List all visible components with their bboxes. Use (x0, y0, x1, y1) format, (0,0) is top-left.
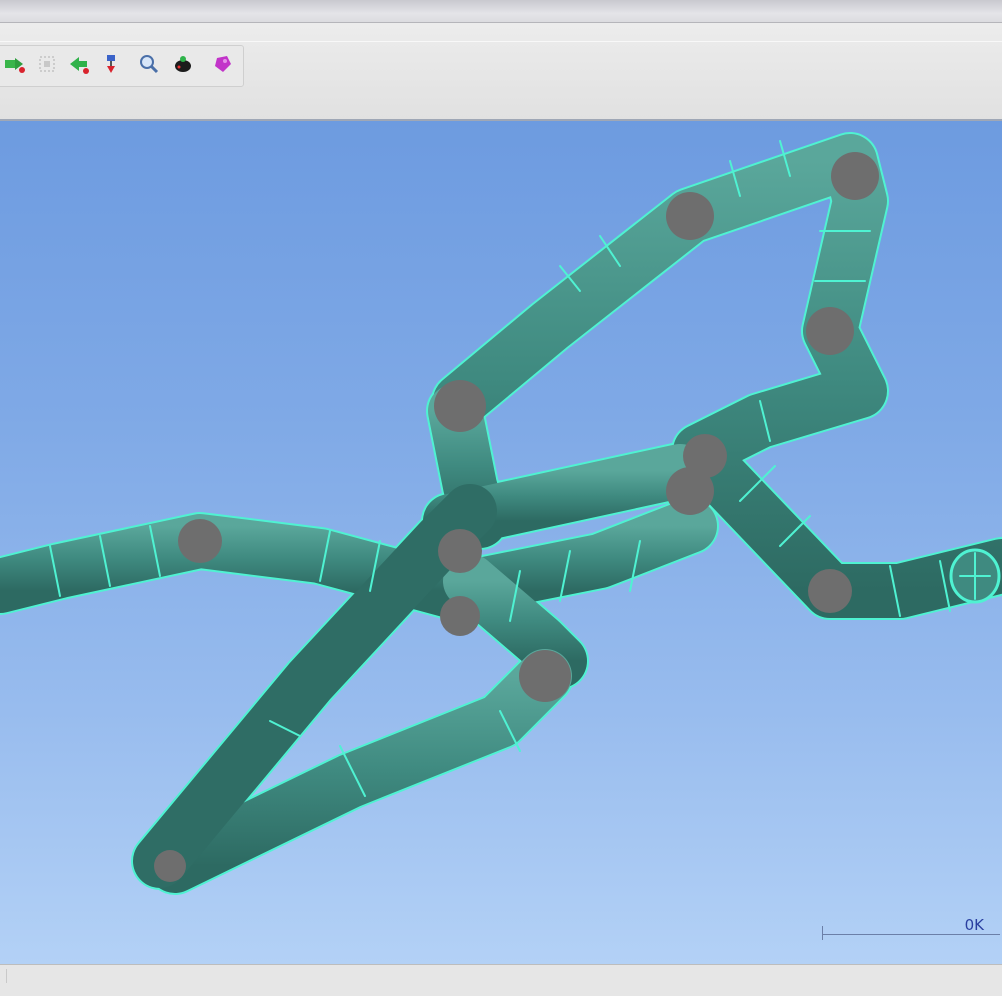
title-bar (0, 0, 1002, 23)
status-left-text (2, 969, 7, 983)
render-button[interactable] (168, 49, 198, 79)
paint-button[interactable] (208, 49, 238, 79)
paint-icon (215, 56, 231, 72)
move-icon (70, 57, 89, 74)
move-button[interactable] (64, 49, 94, 79)
3d-viewport[interactable]: 0K (0, 121, 1002, 964)
pipe-model[interactable] (0, 121, 1002, 964)
status-bar (0, 964, 1002, 996)
scale-bar-tick (822, 926, 823, 940)
select-button[interactable] (32, 49, 62, 79)
insert-node-icon (5, 58, 25, 73)
zoom-button[interactable] (134, 49, 164, 79)
scale-bar-line (822, 934, 1000, 935)
select-icon (39, 56, 55, 72)
insert-node-button[interactable] (0, 49, 30, 79)
render-icon (175, 56, 191, 72)
toolbar-separator (0, 41, 1002, 42)
rotate-icon (107, 55, 115, 73)
zoom-icon (140, 55, 159, 74)
rotate-button[interactable] (98, 49, 128, 79)
scale-bar: 0K (822, 916, 1002, 946)
toolbar (0, 23, 1002, 121)
scale-bar-label: 0K (964, 916, 984, 934)
